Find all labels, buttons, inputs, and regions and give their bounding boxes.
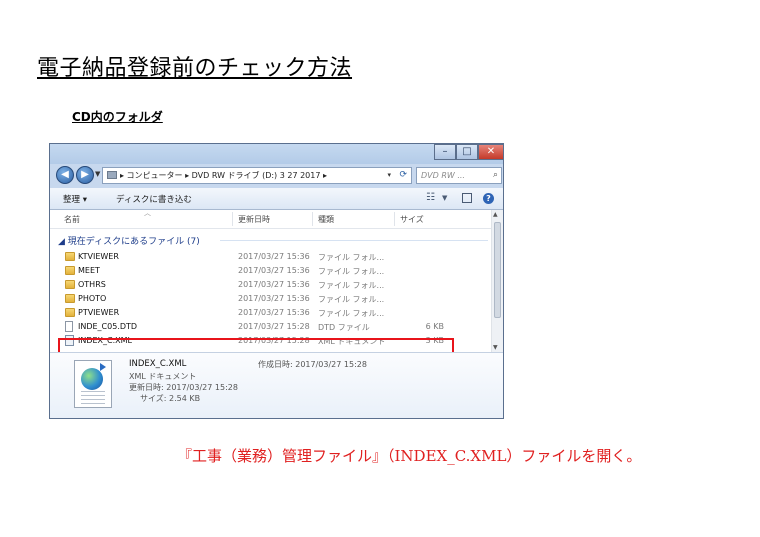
history-dropdown-icon[interactable]: ▼ <box>95 170 100 178</box>
column-divider[interactable] <box>394 212 395 226</box>
column-date-modified[interactable]: 更新日時 <box>238 214 270 225</box>
file-type: ファイル フォル... <box>318 295 385 304</box>
column-type[interactable]: 種類 <box>318 214 334 225</box>
details-file-name: INDEX_C.XML <box>129 359 187 369</box>
column-name[interactable]: 名前 <box>64 214 80 225</box>
file-date: 2017/03/27 15:36 <box>238 280 310 289</box>
sort-ascending-icon: ︿ <box>144 209 151 217</box>
search-placeholder: DVD RW ... <box>421 171 465 180</box>
file-date: 2017/03/27 15:36 <box>238 294 310 303</box>
file-name: PTVIEWER <box>78 308 120 317</box>
details-file-type: XML ドキュメント <box>129 372 197 381</box>
search-icon: ⌕ <box>492 170 498 180</box>
details-modified: 更新日時: 2017/03/27 15:28 <box>129 383 238 392</box>
forward-arrow-icon[interactable]: ▶ <box>76 166 94 184</box>
file-name: INDE_C05.DTD <box>78 322 138 331</box>
file-row[interactable]: KTVIEWER 2017/03/27 15:36 ファイル フォル... <box>50 250 490 264</box>
view-options-icon[interactable]: ☷ <box>426 192 435 203</box>
burn-to-disc-button[interactable]: ディスクに書き込む <box>116 193 192 205</box>
address-row: ◀ ▶ ▼ ▸ コンピューター ▸ DVD RW ドライブ (D:) 3 27 … <box>50 164 503 188</box>
folder-icon <box>65 280 75 289</box>
scroll-down-icon[interactable]: ▼ <box>493 344 498 351</box>
drive-icon <box>107 171 117 179</box>
file-row[interactable]: PTVIEWER 2017/03/27 15:36 ファイル フォル... <box>50 306 490 320</box>
file-list: 名前 ︿ 更新日時 種類 サイズ ◢ 現在ディスクにあるファイル (7) KTV… <box>50 209 503 352</box>
file-type: DTD ファイル <box>318 323 370 332</box>
globe-icon <box>81 368 103 390</box>
folder-icon <box>65 308 75 317</box>
close-button[interactable]: ✕ <box>478 144 503 160</box>
address-bar[interactable]: ▸ コンピューター ▸ DVD RW ドライブ (D:) 3 27 2017 ▸… <box>102 167 412 184</box>
view-dropdown-icon[interactable]: ▼ <box>442 194 447 202</box>
arrow-icon <box>100 363 106 371</box>
collapse-group-icon[interactable]: ◢ <box>58 237 68 247</box>
file-date: 2017/03/27 15:36 <box>238 252 310 261</box>
column-divider[interactable] <box>312 212 313 226</box>
file-size: 6 KB <box>425 322 444 331</box>
scroll-up-icon[interactable]: ▲ <box>493 211 498 218</box>
details-size: サイズ: 2.54 KB <box>140 394 201 403</box>
scroll-thumb[interactable] <box>494 222 501 318</box>
document-icon <box>65 321 73 332</box>
help-icon[interactable]: ? <box>483 193 494 204</box>
folder-icon <box>65 252 75 261</box>
file-row[interactable]: MEET 2017/03/27 15:36 ファイル フォル... <box>50 264 490 278</box>
command-toolbar: 整理 ▾ ディスクに書き込む ☷ ▼ ? <box>50 188 503 210</box>
column-header-row: 名前 ︿ 更新日時 種類 サイズ <box>50 209 503 229</box>
file-type: ファイル フォル... <box>318 281 385 290</box>
explorer-window-screenshot: – □ ✕ ◀ ▶ ▼ ▸ コンピューター ▸ DVD RW ドライブ (D:)… <box>49 143 504 419</box>
group-header[interactable]: ◢ 現在ディスクにあるファイル (7) <box>58 234 200 247</box>
maximize-button[interactable]: □ <box>456 144 478 160</box>
window-titlebar: – □ ✕ <box>50 144 503 164</box>
folder-icon <box>65 294 75 303</box>
file-date: 2017/03/27 15:28 <box>238 322 310 331</box>
details-pane: INDEX_C.XML XML ドキュメント 更新日時: 2017/03/27 … <box>50 352 503 418</box>
back-arrow-icon[interactable]: ◀ <box>56 166 74 184</box>
file-row[interactable]: INDE_C05.DTD 2017/03/27 15:28 DTD ファイル 6… <box>50 320 490 334</box>
folder-icon <box>65 266 75 275</box>
file-name: OTHRS <box>78 280 106 289</box>
minimize-button[interactable]: – <box>434 144 456 160</box>
search-input[interactable]: DVD RW ... ⌕ <box>416 167 502 184</box>
group-header-label: 現在ディスクにあるファイル (7) <box>67 237 200 247</box>
instruction-text: 『工事（業務）管理ファイル』（INDEX_C.XML）ファイルを開く。 <box>177 447 642 465</box>
file-type: ファイル フォル... <box>318 253 385 262</box>
preview-pane-icon[interactable] <box>462 193 472 203</box>
file-date: 2017/03/27 15:36 <box>238 266 310 275</box>
address-dropdown-icon[interactable]: ▾ <box>387 168 391 183</box>
refresh-icon[interactable]: ⟳ <box>399 168 407 183</box>
section-label: CD内のフォルダ <box>72 110 163 124</box>
file-row[interactable]: OTHRS 2017/03/27 15:36 ファイル フォル... <box>50 278 490 292</box>
file-type: ファイル フォル... <box>318 309 385 318</box>
file-type: ファイル フォル... <box>318 267 385 276</box>
file-date: 2017/03/27 15:36 <box>238 308 310 317</box>
address-path: ▸ コンピューター ▸ DVD RW ドライブ (D:) 3 27 2017 ▸ <box>120 171 327 180</box>
column-size[interactable]: サイズ <box>400 214 424 225</box>
file-name: MEET <box>78 266 100 275</box>
group-divider <box>220 240 488 241</box>
column-divider[interactable] <box>232 212 233 226</box>
page-title: 電子納品登録前のチェック方法 <box>37 56 353 81</box>
file-row[interactable]: PHOTO 2017/03/27 15:36 ファイル フォル... <box>50 292 490 306</box>
file-name: KTVIEWER <box>78 252 119 261</box>
details-created: 作成日時: 2017/03/27 15:28 <box>258 360 367 369</box>
vertical-scrollbar[interactable]: ▲ ▼ <box>491 210 503 352</box>
organize-button[interactable]: 整理 ▾ <box>63 193 87 205</box>
file-name: PHOTO <box>78 294 107 303</box>
